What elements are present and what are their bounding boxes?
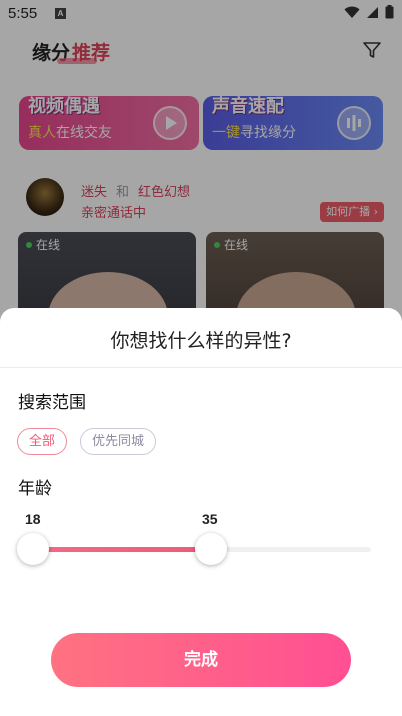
divider xyxy=(0,367,402,368)
range-option-all[interactable]: 全部 xyxy=(17,428,67,455)
sheet-title: 你想找什么样的异性? xyxy=(110,330,292,352)
range-option-same-city[interactable]: 优先同城 xyxy=(80,428,156,455)
age-label: 年龄 xyxy=(18,479,52,499)
filter-sheet: 你想找什么样的异性? 搜索范围 全部 优先同城 年龄 18 35 完成 xyxy=(0,308,402,716)
age-max-value: 35 xyxy=(202,511,218,527)
search-range-label: 搜索范围 xyxy=(18,393,86,413)
age-min-value: 18 xyxy=(25,511,41,527)
age-max-thumb[interactable] xyxy=(195,533,227,565)
age-slider-range-fill xyxy=(33,547,211,552)
age-min-thumb[interactable] xyxy=(17,533,49,565)
done-button[interactable]: 完成 xyxy=(51,633,351,687)
